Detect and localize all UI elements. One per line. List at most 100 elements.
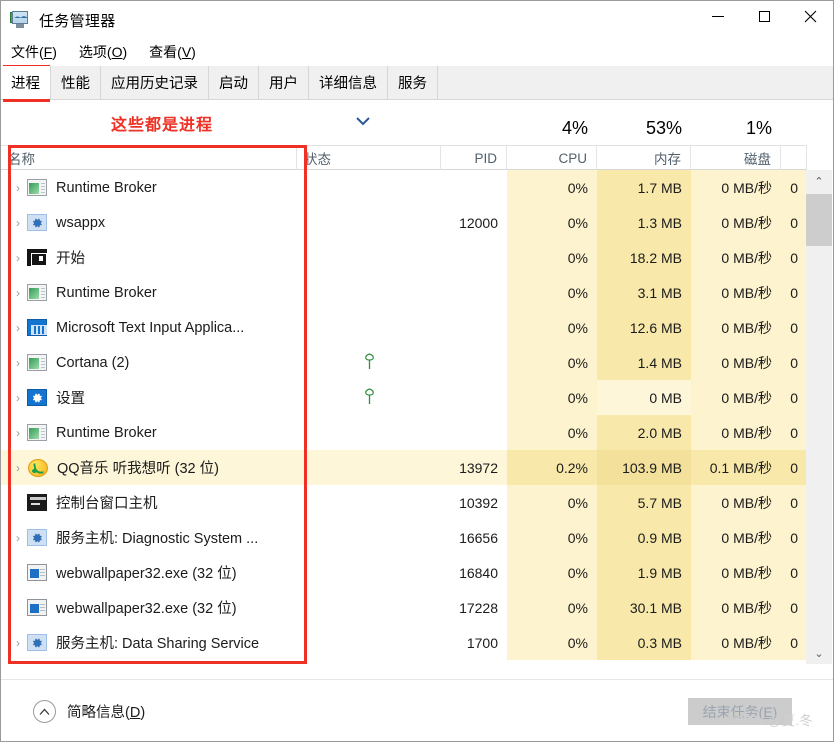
cell-name[interactable]: › 开始 xyxy=(1,240,297,275)
disk-usage-header[interactable]: 1% xyxy=(691,115,781,141)
table-row[interactable]: › Runtime Broker 0% 1.7 MB 0 MB/秒 0 xyxy=(1,170,807,205)
table-row[interactable]: › Microsoft Text Input Applica... 0% 12.6 M… xyxy=(1,310,807,345)
cell-disk: 0 MB/秒 xyxy=(721,249,772,266)
cell-name[interactable]: › Runtime Broker xyxy=(1,415,297,450)
tab-2[interactable]: 应用历史记录 xyxy=(101,66,209,99)
cell-memory: 18.2 MB xyxy=(629,249,682,266)
process-name: Microsoft Text Input Applica... xyxy=(56,319,245,336)
column-header-disk[interactable]: 磁盘 xyxy=(691,146,781,170)
cell-memory: 1.7 MB xyxy=(637,179,682,196)
window-green-icon xyxy=(27,424,47,441)
process-name: webwallpaper32.exe (32 位) xyxy=(56,601,237,617)
cell-name[interactable]: › wsappx xyxy=(1,205,297,240)
table-row[interactable]: › 服务主机: Data Sharing Service 1700 0% 0.3 MB 0… xyxy=(1,625,807,660)
table-row[interactable]: › 开始 0% 18.2 MB 0 MB/秒 0 xyxy=(1,240,807,275)
close-icon[interactable] xyxy=(787,1,833,31)
window-green-icon xyxy=(27,284,47,301)
cell-network: 0 xyxy=(790,249,798,266)
cell-name[interactable]: webwallpaper32.exe (32 位) xyxy=(1,590,297,625)
cell-pid xyxy=(441,240,507,275)
chevron-right-icon[interactable]: › xyxy=(9,380,27,415)
chevron-right-icon[interactable]: › xyxy=(9,625,27,660)
cell-pid xyxy=(441,275,507,310)
tab-1[interactable]: 性能 xyxy=(51,66,101,99)
task-manager-window: 任务管理器 文件(F) 选项(O) 查看(V) 进程 性能 应用历史记录 启动 用户 详细… xyxy=(0,0,834,742)
tab-6[interactable]: 服务 xyxy=(388,66,438,99)
cell-name[interactable]: › Microsoft Text Input Applica... xyxy=(1,310,297,345)
cell-memory: 30.1 MB xyxy=(629,599,682,616)
process-name: 设置 xyxy=(56,391,85,407)
cell-memory: 103.9 MB xyxy=(622,459,682,476)
menu-options[interactable]: 选项(O) xyxy=(79,42,127,62)
tab-0[interactable]: 进程 xyxy=(1,66,51,99)
column-header-status[interactable]: 状态 xyxy=(297,146,441,170)
cell-name[interactable]: › Runtime Broker xyxy=(1,275,297,310)
column-header-name[interactable]: 名称 xyxy=(1,146,297,170)
column-header-cpu[interactable]: CPU xyxy=(507,146,597,170)
tab-3[interactable]: 启动 xyxy=(209,66,259,99)
tab-4[interactable]: 用户 xyxy=(259,66,309,99)
menu-view[interactable]: 查看(V) xyxy=(149,42,196,62)
chevron-right-icon[interactable]: › xyxy=(9,205,27,240)
process-table-body[interactable]: › Runtime Broker 0% 1.7 MB 0 MB/秒 0 › wsappx 120… xyxy=(1,170,807,664)
cell-name[interactable]: › Cortana (2) xyxy=(1,345,297,380)
cell-cpu: 0% xyxy=(567,354,588,371)
cell-name[interactable]: webwallpaper32.exe (32 位) xyxy=(1,555,297,590)
cell-memory: 0.3 MB xyxy=(637,634,682,651)
maximize-button[interactable] xyxy=(741,1,787,31)
chevron-right-icon[interactable]: › xyxy=(9,415,27,450)
window-green-icon xyxy=(27,179,47,196)
cell-network: 0 xyxy=(790,459,798,476)
cell-disk: 0 MB/秒 xyxy=(721,424,772,441)
cell-disk: 0 MB/秒 xyxy=(721,494,772,511)
cpu-usage-header[interactable]: 4% xyxy=(507,115,597,141)
chevron-right-icon[interactable]: › xyxy=(9,450,27,485)
cell-pid: 17228 xyxy=(459,599,498,616)
table-row[interactable]: 控制台窗口主机 10392 0% 5.7 MB 0 MB/秒 0 xyxy=(1,485,807,520)
chevron-right-icon[interactable]: › xyxy=(9,240,27,275)
tab-5[interactable]: 详细信息 xyxy=(309,66,388,99)
table-row[interactable]: › wsappx 12000 0% 1.3 MB 0 MB/秒 0 xyxy=(1,205,807,240)
chevron-right-icon[interactable]: › xyxy=(9,520,27,555)
process-name: Runtime Broker xyxy=(56,179,157,196)
table-row[interactable]: webwallpaper32.exe (32 位) 17228 0% 30.1 MB 0… xyxy=(1,590,807,625)
column-header-memory[interactable]: 内存 xyxy=(597,146,691,170)
window-green-icon xyxy=(27,354,47,371)
table-row[interactable]: › QQ音乐 听我想听 (32 位) 13972 0.2% 103.9 MB 0.1 MB… xyxy=(1,450,807,485)
process-name: Runtime Broker xyxy=(56,424,157,441)
vertical-scrollbar[interactable]: ⌃ ⌄ xyxy=(806,170,832,664)
process-name: Runtime Broker xyxy=(56,284,157,301)
column-header-pid[interactable]: PID xyxy=(441,146,507,170)
chevron-right-icon[interactable]: › xyxy=(9,310,27,345)
vertical-scroll-thumb[interactable] xyxy=(806,194,832,246)
cell-name[interactable]: 控制台窗口主机 xyxy=(1,485,297,520)
table-row[interactable]: › 设置 0% 0 MB 0 MB/秒 0 xyxy=(1,380,807,415)
gear-light-icon xyxy=(27,634,47,651)
chevron-right-icon[interactable]: › xyxy=(9,170,27,205)
cell-name[interactable]: › Runtime Broker xyxy=(1,170,297,205)
brief-info-button[interactable]: 简略信息(D) xyxy=(33,700,145,723)
table-row[interactable]: › Runtime Broker 0% 2.0 MB 0 MB/秒 0 xyxy=(1,415,807,450)
table-row[interactable]: › Runtime Broker 0% 3.1 MB 0 MB/秒 0 xyxy=(1,275,807,310)
minimize-button[interactable] xyxy=(695,1,741,31)
menu-file[interactable]: 文件(F) xyxy=(11,42,57,62)
table-row[interactable]: › Cortana (2) 0% 1.4 MB 0 MB/秒 0 xyxy=(1,345,807,380)
cell-network: 0 xyxy=(790,214,798,231)
column-header-network[interactable] xyxy=(781,146,807,170)
cell-network: 0 xyxy=(790,599,798,616)
table-row[interactable]: webwallpaper32.exe (32 位) 16840 0% 1.9 MB 0 … xyxy=(1,555,807,590)
cell-cpu: 0.2% xyxy=(556,459,588,476)
cell-name[interactable]: › 服务主机: Diagnostic System ... xyxy=(1,520,297,555)
cell-name[interactable]: › 设置 xyxy=(1,380,297,415)
scroll-down-button[interactable]: ⌄ xyxy=(806,642,832,664)
cell-name[interactable]: › 服务主机: Data Sharing Service xyxy=(1,625,297,660)
cell-cpu: 0% xyxy=(567,529,588,546)
memory-usage-header[interactable]: 53% xyxy=(597,115,691,141)
table-row[interactable]: › 服务主机: Diagnostic System ... 16656 0% 0.9 M… xyxy=(1,520,807,555)
chevron-right-icon[interactable]: › xyxy=(9,345,27,380)
cell-name[interactable]: › QQ音乐 听我想听 (32 位) xyxy=(1,450,297,485)
process-name: 服务主机: Data Sharing Service xyxy=(56,636,260,652)
scroll-up-button[interactable]: ⌃ xyxy=(806,170,832,192)
chevron-right-icon[interactable]: › xyxy=(9,275,27,310)
cell-cpu: 0% xyxy=(567,284,588,301)
